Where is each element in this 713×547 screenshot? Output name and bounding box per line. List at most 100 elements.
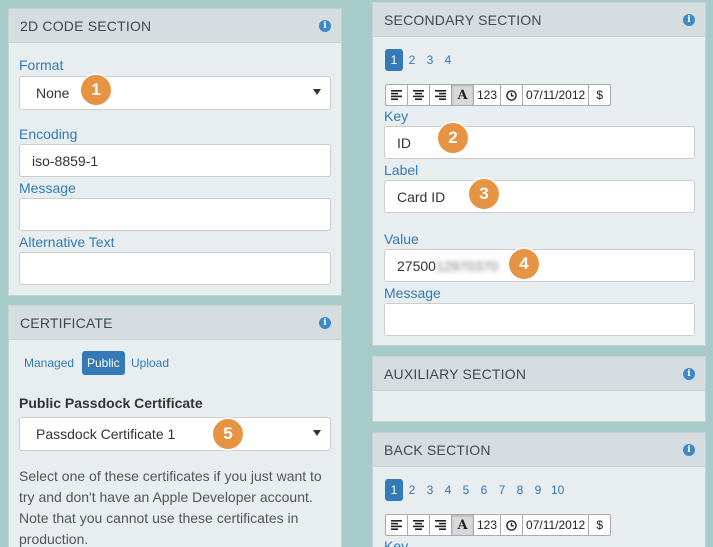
chevron-down-icon <box>313 89 321 95</box>
secondary-section-panel: SECONDARY SECTION i 1 2 3 4 A 123 07/11/… <box>372 2 706 346</box>
page-1[interactable]: 1 <box>385 479 403 501</box>
page-1[interactable]: 1 <box>385 49 403 71</box>
date-format-button[interactable]: 07/11/2012 <box>522 84 590 106</box>
page-8[interactable]: 8 <box>511 479 529 501</box>
panel-title: 2D CODE SECTION <box>20 18 152 34</box>
tab-public[interactable]: Public <box>82 351 125 375</box>
align-center-icon <box>413 520 424 530</box>
back-format-toolbar: A 123 07/11/2012 $ <box>385 514 612 536</box>
page-2[interactable]: 2 <box>403 49 421 71</box>
page-3[interactable]: 3 <box>421 479 439 501</box>
chevron-down-icon <box>313 430 321 436</box>
auxiliary-section-panel: AUXILIARY SECTION i <box>372 356 706 422</box>
info-icon[interactable]: i <box>683 444 695 456</box>
alt-text-label: Alternative Text <box>19 234 115 250</box>
code-section-panel: 2D CODE SECTION i Format None Encoding i… <box>8 8 342 296</box>
certificate-panel: CERTIFICATE i Managed Public Upload Publ… <box>8 305 342 547</box>
align-right-icon <box>435 520 446 530</box>
align-center-button[interactable] <box>407 514 430 536</box>
callout-badge-4: 4 <box>509 249 539 279</box>
encoding-label: Encoding <box>19 126 78 142</box>
align-left-icon <box>391 90 402 100</box>
help-line: production. <box>19 531 89 547</box>
info-icon[interactable]: i <box>319 20 331 32</box>
align-left-button[interactable] <box>385 84 408 106</box>
message-label: Message <box>384 285 441 301</box>
panel-header: BACK SECTION i <box>373 433 705 467</box>
format-label: Format <box>19 57 64 73</box>
panel-header: 2D CODE SECTION i <box>9 9 341 43</box>
info-icon[interactable]: i <box>683 368 695 380</box>
panel-header: AUXILIARY SECTION i <box>373 357 705 391</box>
align-right-button[interactable] <box>429 514 452 536</box>
secondary-pager: 1 2 3 4 <box>385 49 457 71</box>
format-select-value: None <box>36 85 70 101</box>
value-field[interactable]: 2750012970370 <box>384 249 695 282</box>
help-line: try and don't have an Apple Developer ac… <box>19 489 313 505</box>
page-4[interactable]: 4 <box>439 49 457 71</box>
text-format-icon: A <box>457 87 468 103</box>
text-format-icon: A <box>457 517 468 533</box>
message-field[interactable] <box>19 198 331 231</box>
text-format-button[interactable]: A <box>451 84 474 106</box>
label-field[interactable]: Card ID <box>384 180 695 213</box>
certificate-heading: Public Passdock Certificate <box>19 395 203 411</box>
callout-badge-1: 1 <box>81 75 111 105</box>
back-section-panel: BACK SECTION i 1 2 3 4 5 6 7 8 9 10 A 12… <box>372 432 706 547</box>
label-label: Label <box>384 162 419 178</box>
certificate-select-value: Passdock Certificate 1 <box>36 426 176 442</box>
callout-badge-3: 3 <box>469 179 499 209</box>
value-text: 27500 <box>397 258 436 274</box>
currency-format-button[interactable]: $ <box>588 514 612 536</box>
info-icon[interactable]: i <box>319 317 331 329</box>
secondary-format-toolbar: A 123 07/11/2012 $ <box>385 84 612 106</box>
panel-header: SECONDARY SECTION i <box>373 3 705 37</box>
text-format-button[interactable]: A <box>451 514 474 536</box>
time-format-button[interactable] <box>500 84 524 106</box>
panel-title: CERTIFICATE <box>20 315 113 331</box>
date-format-button[interactable]: 07/11/2012 <box>522 514 590 536</box>
help-line: Select one of these certificates if you … <box>19 468 322 484</box>
panel-title: AUXILIARY SECTION <box>384 366 527 382</box>
page-3[interactable]: 3 <box>421 49 439 71</box>
number-format-button[interactable]: 123 <box>473 84 502 106</box>
currency-format-button[interactable]: $ <box>588 84 612 106</box>
clock-icon <box>506 519 517 531</box>
page-9[interactable]: 9 <box>529 479 547 501</box>
page-7[interactable]: 7 <box>493 479 511 501</box>
key-label: Key <box>384 538 409 547</box>
callout-badge-5: 5 <box>213 419 243 449</box>
align-center-button[interactable] <box>407 84 430 106</box>
page-6[interactable]: 6 <box>475 479 493 501</box>
message-label: Message <box>19 180 76 196</box>
clock-icon <box>506 89 517 101</box>
align-left-icon <box>391 520 402 530</box>
align-right-button[interactable] <box>429 84 452 106</box>
time-format-button[interactable] <box>500 514 524 536</box>
format-select[interactable]: None <box>19 76 331 110</box>
page-2[interactable]: 2 <box>403 479 421 501</box>
panel-title: BACK SECTION <box>384 442 491 458</box>
number-format-button[interactable]: 123 <box>473 514 502 536</box>
help-line: Note that you cannot use these certifica… <box>19 510 299 526</box>
alt-text-field[interactable] <box>19 252 331 285</box>
back-pager: 1 2 3 4 5 6 7 8 9 10 <box>385 479 568 501</box>
certificate-help-text: Select one of these certificates if you … <box>19 466 337 547</box>
panel-header: CERTIFICATE i <box>9 306 341 340</box>
message-field[interactable] <box>384 303 695 336</box>
value-label: Value <box>384 231 419 247</box>
tab-managed[interactable]: Managed <box>19 351 79 375</box>
encoding-field[interactable]: iso-8859-1 <box>19 144 331 177</box>
callout-badge-2: 2 <box>438 123 468 153</box>
align-left-button[interactable] <box>385 514 408 536</box>
page-5[interactable]: 5 <box>457 479 475 501</box>
key-label: Key <box>384 108 409 124</box>
info-icon[interactable]: i <box>683 14 695 26</box>
panel-title: SECONDARY SECTION <box>384 12 542 28</box>
page-10[interactable]: 10 <box>547 479 568 501</box>
key-field[interactable]: ID <box>384 126 695 159</box>
align-right-icon <box>435 90 446 100</box>
certificate-select[interactable]: Passdock Certificate 1 <box>19 417 331 451</box>
page-4[interactable]: 4 <box>439 479 457 501</box>
tab-upload[interactable]: Upload <box>126 351 174 375</box>
